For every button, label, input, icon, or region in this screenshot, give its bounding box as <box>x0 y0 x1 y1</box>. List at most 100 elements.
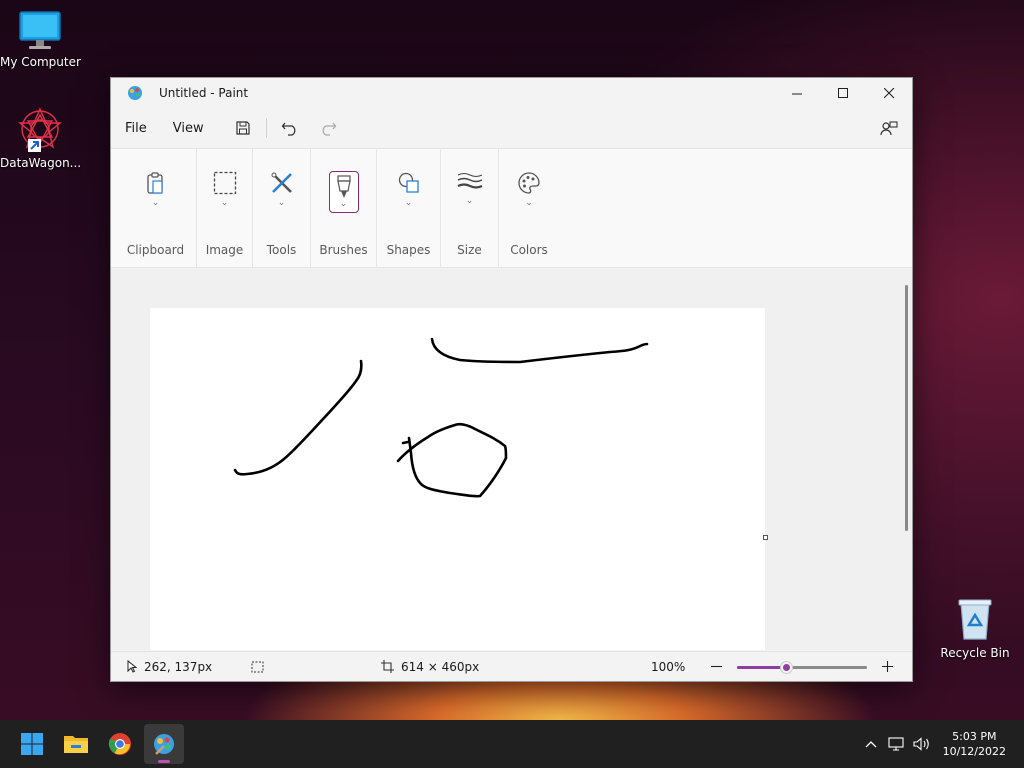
zoom-in-button[interactable] <box>878 661 896 672</box>
palette-icon <box>518 172 540 194</box>
network-icon <box>888 737 904 751</box>
selection-size <box>251 661 381 673</box>
canvas-workspace <box>111 269 912 650</box>
monitor-icon <box>19 11 61 49</box>
ribbon-group-label: Size <box>457 243 482 257</box>
volume-button[interactable] <box>909 737 935 751</box>
menu-view[interactable]: View <box>171 115 216 142</box>
chevron-down-icon: ⌄ <box>339 199 348 209</box>
brush-icon <box>336 175 351 198</box>
cursor-position-text: 262, 137px <box>144 659 213 674</box>
desktop-icon-label: My Computer <box>0 55 81 69</box>
chevron-down-icon: ⌄ <box>277 198 286 208</box>
paint-app-icon <box>154 734 174 755</box>
ribbon-group-label: Tools <box>266 243 297 257</box>
start-button[interactable] <box>12 724 52 764</box>
chrome-icon <box>108 733 131 755</box>
clock-time: 5:03 PM <box>952 730 997 743</box>
maximize-icon <box>837 87 848 98</box>
minus-icon <box>710 665 722 668</box>
clock[interactable]: 5:03 PM 10/12/2022 <box>943 729 1006 759</box>
maximize-button[interactable] <box>820 78 866 108</box>
zoom-level-text: 100% <box>651 659 686 674</box>
paint-app-icon <box>128 86 142 100</box>
chevron-up-icon <box>865 741 877 748</box>
recycle-bin-icon <box>958 599 992 640</box>
zoom-slider[interactable] <box>737 660 867 674</box>
desktop-icon-my-computer[interactable]: My Computer <box>0 10 81 69</box>
undo-button[interactable] <box>275 113 305 143</box>
chevron-down-icon: ⌄ <box>525 198 533 208</box>
speaker-icon <box>913 737 929 751</box>
system-tray: 5:03 PM 10/12/2022 <box>859 720 1024 768</box>
title-bar[interactable]: Untitled - Paint <box>111 78 912 108</box>
datawagon-logo-icon <box>18 107 62 152</box>
chevron-down-icon: ⌄ <box>151 198 160 208</box>
ribbon-group-label: Colors <box>510 243 548 257</box>
desktop-icon-label: Recycle Bin <box>940 646 1010 660</box>
zoom-slider-fill <box>737 665 786 669</box>
account-icon <box>880 121 898 136</box>
chevron-down-icon: ⌄ <box>220 198 229 208</box>
status-bar: 262, 137px 614 × 460px 100% <box>111 651 912 681</box>
ribbon-group-brushes[interactable]: ⌄ Brushes <box>311 149 377 267</box>
taskbar-file-explorer[interactable] <box>56 724 96 764</box>
account-button[interactable] <box>874 113 904 143</box>
zoom-level[interactable]: 100% <box>651 660 707 674</box>
save-icon <box>236 121 250 135</box>
ribbon-group-label: Image <box>205 243 244 257</box>
desktop-icon-recycle-bin[interactable]: Recycle Bin <box>935 597 1015 660</box>
selection-icon <box>213 171 236 195</box>
desktop-icon-label: DataWagon... <box>0 156 82 170</box>
taskbar-paint[interactable] <box>144 724 184 764</box>
selection-size-icon <box>251 661 264 672</box>
undo-icon <box>281 122 296 136</box>
canvas-size-icon <box>381 660 394 673</box>
toolbar-separator <box>265 118 267 138</box>
show-hidden-icons-button[interactable] <box>859 740 883 748</box>
windows-logo-icon <box>21 733 43 755</box>
ribbon-group-label: Brushes <box>319 243 368 257</box>
ribbon-group-image[interactable]: ⌄ Image <box>197 149 253 267</box>
shapes-icon <box>398 172 419 193</box>
close-icon <box>883 87 894 98</box>
redo-button[interactable] <box>313 113 343 143</box>
canvas-size: 614 × 460px <box>381 660 651 674</box>
brush-selected[interactable]: ⌄ <box>328 171 359 213</box>
ribbon-group-size[interactable]: ⌄ Size <box>441 149 499 267</box>
ribbon-group-label: Shapes <box>386 243 431 257</box>
vertical-scrollbar[interactable] <box>905 285 908 531</box>
clipboard-icon <box>146 172 163 194</box>
size-icon <box>457 173 482 189</box>
canvas-drawing <box>233 337 649 498</box>
ribbon-group-tools[interactable]: ⌄ Tools <box>253 149 311 267</box>
paint-window: Untitled - Paint File View ⌄ Clipboard ⌄… <box>110 77 913 682</box>
chevron-down-icon: ⌄ <box>404 198 413 208</box>
chevron-down-icon: ⌄ <box>465 196 474 206</box>
drawing-canvas[interactable] <box>150 308 768 650</box>
network-button[interactable] <box>883 737 909 751</box>
close-button[interactable] <box>866 78 912 108</box>
plus-icon <box>881 661 893 672</box>
desktop-icon-datawagon[interactable]: DataWagon... <box>0 105 82 170</box>
menu-file[interactable]: File <box>123 115 159 142</box>
folder-icon <box>64 736 88 753</box>
window-title: Untitled - Paint <box>159 86 249 100</box>
cursor-position: 262, 137px <box>127 660 251 674</box>
clock-date: 10/12/2022 <box>942 745 1006 758</box>
ribbon-group-clipboard[interactable]: ⌄ Clipboard <box>115 149 197 267</box>
minimize-icon <box>791 93 802 94</box>
minimize-button[interactable] <box>774 78 820 108</box>
ribbon-group-colors[interactable]: ⌄ Colors <box>499 149 559 267</box>
tools-icon <box>271 172 292 193</box>
canvas-size-text: 614 × 460px <box>401 659 480 674</box>
save-button[interactable] <box>228 113 258 143</box>
ribbon-group-shapes[interactable]: ⌄ Shapes <box>377 149 441 267</box>
zoom-out-button[interactable] <box>707 661 725 672</box>
zoom-slider-thumb[interactable] <box>780 661 792 673</box>
taskbar-chrome[interactable] <box>100 724 140 764</box>
ribbon: ⌄ Clipboard ⌄ Image ⌄ Tools ⌄ Brushes ⌄ … <box>111 148 912 268</box>
menu-bar: File View <box>111 108 912 148</box>
canvas-resize-handle[interactable] <box>763 535 768 540</box>
cursor-pointer-icon <box>127 660 137 673</box>
